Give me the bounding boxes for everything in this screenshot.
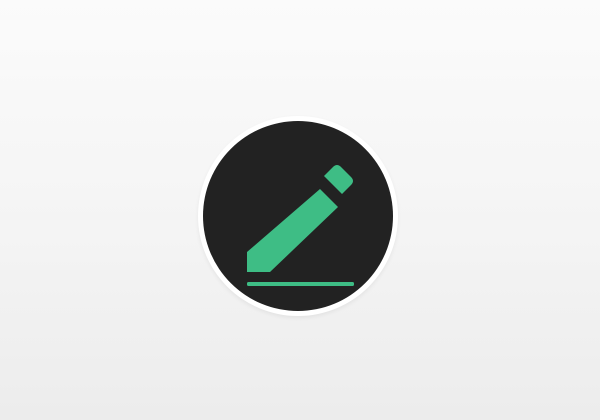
- pencil-cap: [324, 165, 353, 194]
- pencil-shape: [247, 165, 353, 272]
- pencil-body: [247, 189, 338, 272]
- underline-bar: [247, 282, 354, 286]
- canvas: [0, 0, 600, 420]
- edit-button-disc: [203, 121, 393, 311]
- edit-button[interactable]: [198, 116, 398, 316]
- pencil-edit-icon: [247, 165, 354, 286]
